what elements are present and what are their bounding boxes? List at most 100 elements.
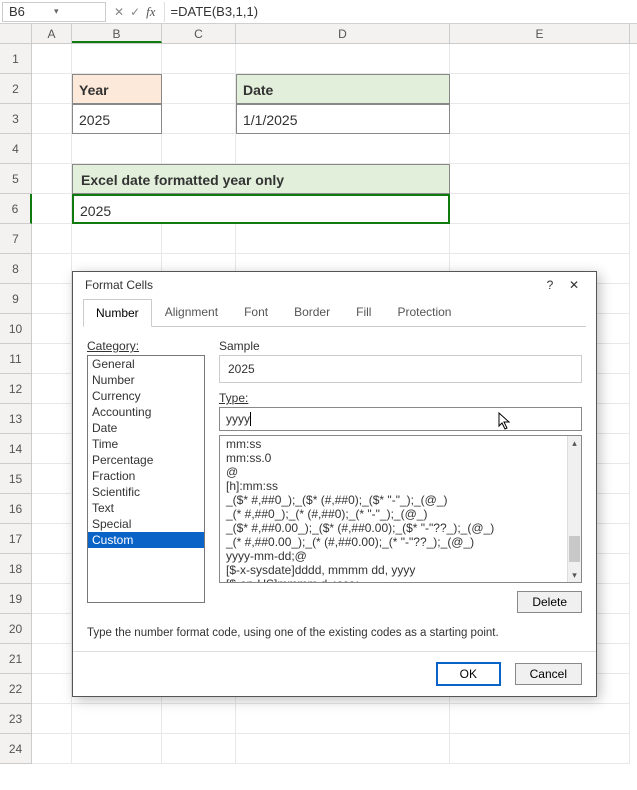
row-header[interactable]: 12 <box>0 374 32 404</box>
cell[interactable]: Date <box>236 74 450 104</box>
list-item[interactable]: _($* #,##0.00_);_($* (#,##0.00);_($* "-"… <box>222 521 579 535</box>
close-icon[interactable]: ✕ <box>560 278 588 292</box>
cell[interactable] <box>236 44 450 74</box>
cell[interactable] <box>32 464 72 494</box>
list-item[interactable]: General <box>88 356 204 372</box>
cell[interactable] <box>32 494 72 524</box>
list-item[interactable]: Number <box>88 372 204 388</box>
cell[interactable] <box>32 614 72 644</box>
dialog-titlebar[interactable]: Format Cells ? ✕ <box>73 272 596 298</box>
cell[interactable] <box>450 104 630 134</box>
name-box[interactable]: B6 ▾ <box>2 2 106 22</box>
row-header[interactable]: 9 <box>0 284 32 314</box>
cell[interactable] <box>162 224 236 254</box>
row-header[interactable]: 7 <box>0 224 32 254</box>
cell[interactable] <box>32 524 72 554</box>
list-item[interactable]: [$-en-US]mmmm d, yyyy <box>222 577 579 583</box>
cell[interactable] <box>32 374 72 404</box>
col-header[interactable]: A <box>32 24 72 43</box>
row-header[interactable]: 17 <box>0 524 32 554</box>
list-item[interactable]: [$-x-sysdate]dddd, mmmm dd, yyyy <box>222 563 579 577</box>
scrollbar[interactable]: ▴ ▾ <box>567 436 581 582</box>
row-header[interactable]: 8 <box>0 254 32 284</box>
cell[interactable] <box>162 734 236 764</box>
cell[interactable]: 1/1/2025 <box>236 104 450 134</box>
cell[interactable] <box>450 194 630 224</box>
cell[interactable] <box>72 224 162 254</box>
cell[interactable] <box>32 734 72 764</box>
list-item[interactable]: Percentage <box>88 452 204 468</box>
cell[interactable] <box>32 314 72 344</box>
cell[interactable] <box>72 44 162 74</box>
row-header[interactable]: 11 <box>0 344 32 374</box>
col-header[interactable]: D <box>236 24 450 43</box>
active-cell[interactable]: 2025 <box>72 194 450 224</box>
row-header[interactable]: 15 <box>0 464 32 494</box>
cell[interactable] <box>32 554 72 584</box>
list-item[interactable]: Currency <box>88 388 204 404</box>
cell[interactable] <box>32 224 72 254</box>
delete-button[interactable]: Delete <box>517 591 582 613</box>
scroll-up-icon[interactable]: ▴ <box>568 436 581 450</box>
row-header[interactable]: 16 <box>0 494 32 524</box>
list-item[interactable]: Date <box>88 420 204 436</box>
row-header[interactable]: 19 <box>0 584 32 614</box>
cell[interactable] <box>32 704 72 734</box>
cell[interactable] <box>162 104 236 134</box>
merged-cell[interactable]: Excel date formatted year only <box>72 164 450 194</box>
row-header[interactable]: 18 <box>0 554 32 584</box>
cell[interactable] <box>32 674 72 704</box>
cell[interactable] <box>162 74 236 104</box>
col-header[interactable]: C <box>162 24 236 43</box>
cell[interactable] <box>236 134 450 164</box>
type-input[interactable]: yyyy​ <box>219 407 582 431</box>
cell[interactable] <box>32 584 72 614</box>
cell[interactable] <box>450 734 630 764</box>
cell[interactable] <box>236 224 450 254</box>
list-item[interactable]: _($* #,##0_);_($* (#,##0);_($* "-"_);_(@… <box>222 493 579 507</box>
list-item[interactable]: [h]:mm:ss <box>222 479 579 493</box>
cancel-icon[interactable]: ✕ <box>114 5 124 19</box>
scroll-down-icon[interactable]: ▾ <box>568 568 581 582</box>
list-item[interactable]: Time <box>88 436 204 452</box>
cell[interactable] <box>32 194 72 224</box>
cell[interactable] <box>32 74 72 104</box>
row-header[interactable]: 21 <box>0 644 32 674</box>
row-header[interactable]: 23 <box>0 704 32 734</box>
list-item[interactable]: mm:ss <box>222 437 579 451</box>
row-header[interactable]: 20 <box>0 614 32 644</box>
cell[interactable]: Year <box>72 74 162 104</box>
cell[interactable] <box>32 134 72 164</box>
tab-border[interactable]: Border <box>281 298 343 326</box>
tab-protection[interactable]: Protection <box>384 298 464 326</box>
format-listbox[interactable]: mm:ss mm:ss.0 @ [h]:mm:ss _($* #,##0_);_… <box>219 435 582 583</box>
cell[interactable] <box>32 644 72 674</box>
chevron-down-icon[interactable]: ▾ <box>54 6 99 17</box>
list-item[interactable]: Scientific <box>88 484 204 500</box>
row-header[interactable]: 14 <box>0 434 32 464</box>
list-item[interactable]: _(* #,##0.00_);_(* (#,##0.00);_(* "-"??_… <box>222 535 579 549</box>
list-item[interactable]: mm:ss.0 <box>222 451 579 465</box>
list-item[interactable]: yyyy-mm-dd;@ <box>222 549 579 563</box>
row-header[interactable]: 3 <box>0 104 32 134</box>
cell[interactable] <box>450 224 630 254</box>
cell[interactable] <box>236 734 450 764</box>
col-header[interactable]: B <box>72 24 162 43</box>
list-item[interactable]: @ <box>222 465 579 479</box>
row-header[interactable]: 1 <box>0 44 32 74</box>
list-item[interactable]: _(* #,##0_);_(* (#,##0);_(* "-"_);_(@_) <box>222 507 579 521</box>
cell[interactable] <box>450 704 630 734</box>
cell[interactable]: 2025 <box>72 104 162 134</box>
cell[interactable] <box>450 44 630 74</box>
col-header[interactable]: E <box>450 24 630 43</box>
tab-alignment[interactable]: Alignment <box>152 298 231 326</box>
list-item-selected[interactable]: Custom <box>88 532 204 548</box>
list-item[interactable]: Special <box>88 516 204 532</box>
ok-button[interactable]: OK <box>436 662 501 686</box>
tab-fill[interactable]: Fill <box>343 298 384 326</box>
tab-font[interactable]: Font <box>231 298 281 326</box>
cell[interactable] <box>72 134 162 164</box>
list-item[interactable]: Text <box>88 500 204 516</box>
cell[interactable] <box>32 404 72 434</box>
cancel-button[interactable]: Cancel <box>515 663 582 685</box>
